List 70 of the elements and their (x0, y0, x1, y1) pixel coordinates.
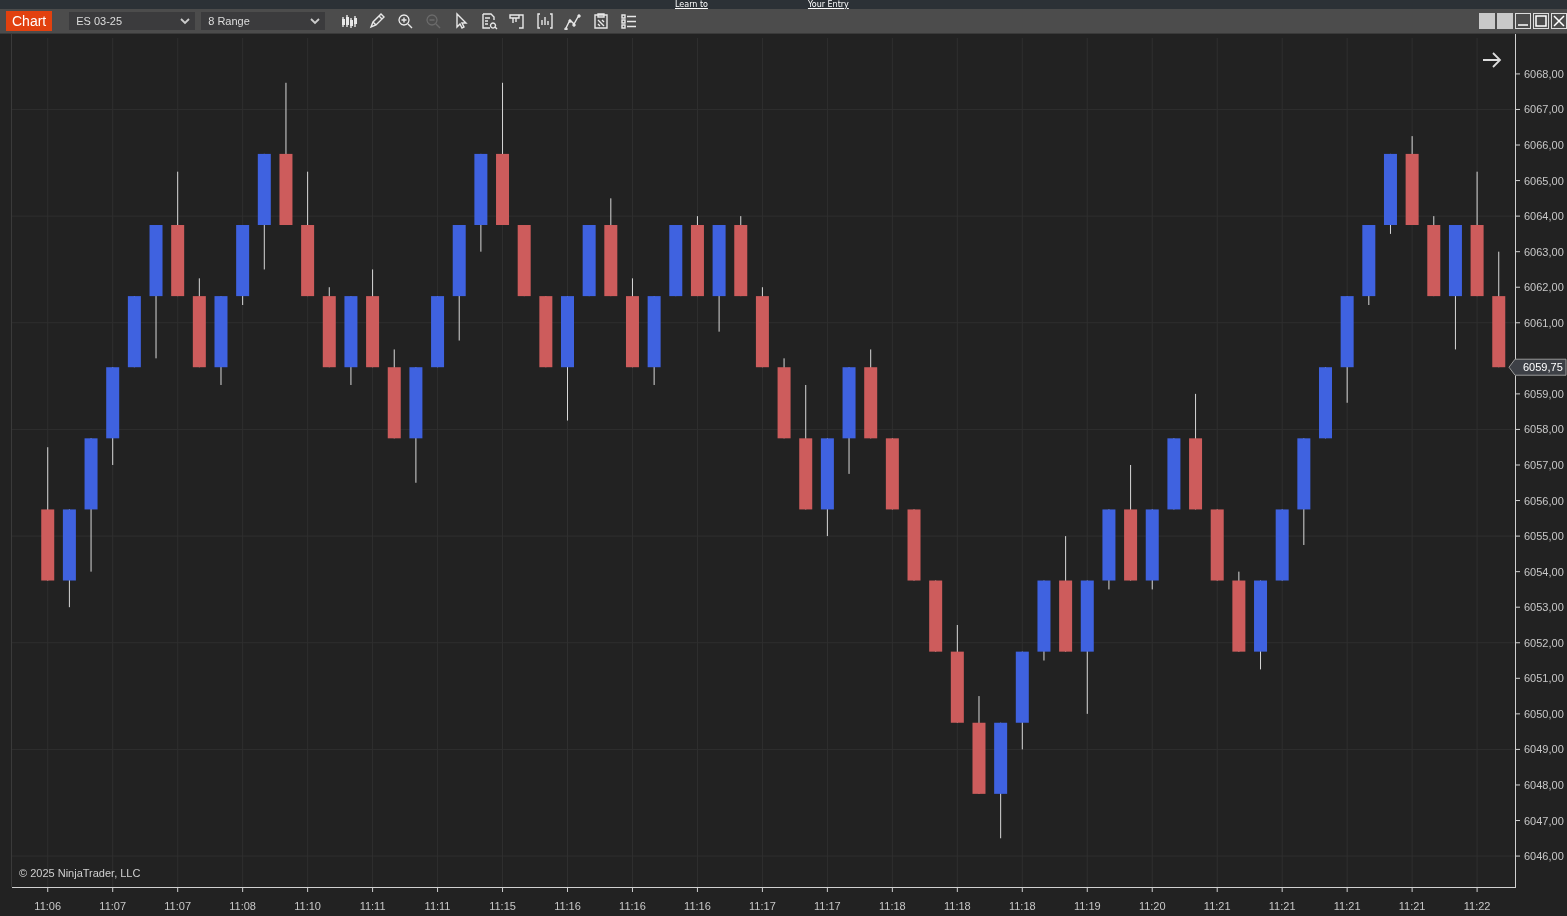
time-label: 11:21 (1333, 900, 1361, 912)
time-label: 11:20 (1138, 900, 1166, 912)
chevron-down-icon (310, 17, 321, 25)
line-chart-icon[interactable] (564, 12, 583, 30)
zoom-in-icon[interactable] (396, 12, 415, 30)
price-label: 6062,00 (1524, 281, 1564, 294)
document-search-icon[interactable] (480, 12, 499, 30)
time-label: 11:21 (1398, 900, 1426, 912)
time-label: 11:10 (294, 900, 321, 912)
time-label: 11:21 (1268, 900, 1296, 912)
last-price-marker (1508, 358, 1567, 376)
dropdown[interactable]: ES 03-25 (69, 12, 196, 30)
time-label: 11:07 (99, 900, 127, 912)
price-label: 6051,00 (1524, 672, 1564, 685)
price-label: 6046,00 (1524, 850, 1564, 863)
clipboard-icon[interactable] (592, 12, 611, 30)
price-label: 6057,00 (1524, 459, 1564, 471)
price-label: 6048,00 (1524, 778, 1564, 791)
window-tile-icon[interactable] (1497, 13, 1513, 29)
time-label: 11:18 (1008, 900, 1036, 912)
dropdown[interactable]: 8 Range (201, 12, 326, 30)
time-label: 11:11 (424, 900, 451, 912)
time-label: 11:11 (359, 900, 386, 912)
time-label: 11:18 (879, 900, 906, 912)
price-label: 6050,00 (1524, 707, 1564, 720)
price-label: 6064,00 (1524, 210, 1564, 223)
time-label: 11:16 (554, 900, 581, 912)
link[interactable]: Your Entry (807, 0, 849, 9)
time-label: 11:22 (1463, 900, 1491, 912)
time-label: 11:19 (1073, 900, 1101, 912)
time-label: 11:07 (164, 900, 192, 912)
price-label: 6047,00 (1524, 814, 1564, 827)
time-label: 11:21 (1203, 900, 1231, 912)
bars-icon[interactable] (340, 12, 359, 30)
maximize-icon[interactable] (1533, 13, 1549, 29)
link[interactable]: Learn to (675, 0, 708, 9)
price-label: 6049,00 (1524, 743, 1564, 756)
price-label: 6059,00 (1524, 387, 1564, 400)
price-label: 6058,00 (1524, 423, 1564, 436)
copyright-text: © 2025 NinjaTrader, LLC (19, 867, 141, 879)
chart-title: Chart (6, 11, 53, 31)
price-label: 6068,00 (1524, 67, 1564, 80)
price-label: 6055,00 (1524, 530, 1564, 543)
time-label: 11:15 (489, 900, 516, 912)
panel-icon[interactable] (508, 12, 527, 30)
price-label: 6056,00 (1524, 494, 1564, 507)
time-label: 11:08 (229, 900, 256, 912)
list-icon[interactable] (620, 12, 639, 30)
minimize-icon[interactable] (1515, 13, 1531, 29)
time-label: 11:16 (684, 900, 711, 912)
time-label: 11:16 (619, 900, 646, 912)
price-label: 6063,00 (1524, 245, 1564, 258)
price-label: 6052,00 (1524, 636, 1564, 649)
window-tile-icon[interactable] (1479, 13, 1495, 29)
price-label: 6061,00 (1524, 316, 1564, 329)
time-label: 11:17 (749, 900, 776, 912)
price-label: 6065,00 (1524, 174, 1564, 187)
time-label: 11:06 (34, 900, 62, 912)
price-label: 6053,00 (1524, 601, 1564, 614)
arrow-right-icon (1482, 52, 1502, 68)
time-label: 11:17 (814, 900, 841, 912)
chevron-down-icon (180, 17, 191, 25)
time-label: 11:18 (943, 900, 971, 912)
last-price-label: 6059,75 (1523, 361, 1563, 374)
bar-chart-icon[interactable] (536, 12, 555, 30)
close-icon[interactable] (1551, 13, 1567, 29)
pencil-icon[interactable] (368, 12, 387, 30)
price-label: 6066,00 (1524, 139, 1564, 151)
price-label: 6067,00 (1524, 103, 1564, 116)
price-label: 6054,00 (1524, 565, 1564, 578)
